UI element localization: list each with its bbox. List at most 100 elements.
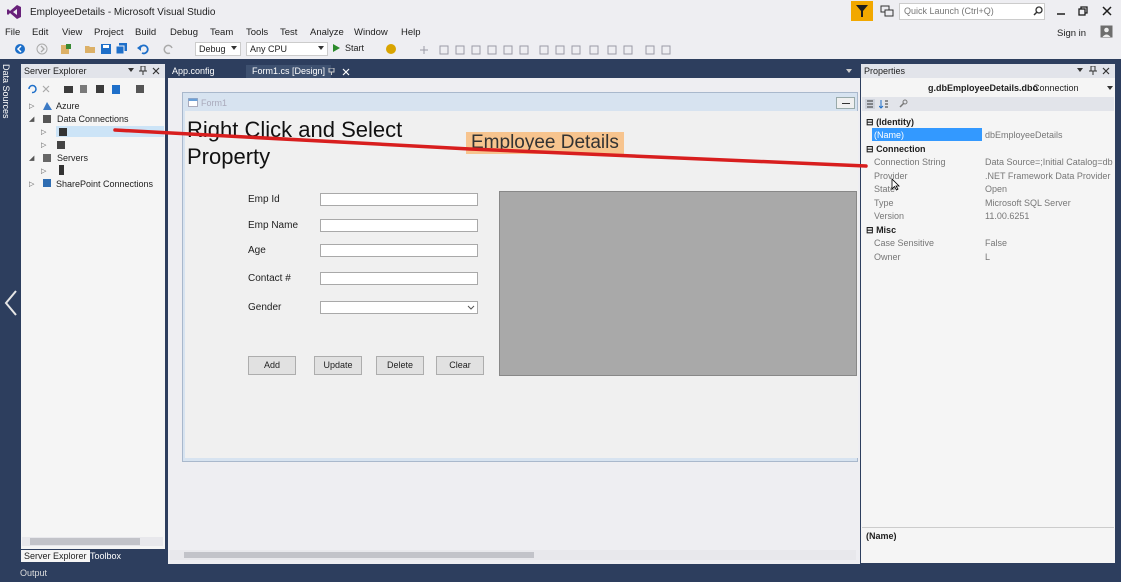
tab-app-config[interactable]: App.config bbox=[166, 65, 221, 78]
start-button[interactable]: Start bbox=[345, 43, 364, 53]
output-tab[interactable]: Output bbox=[20, 568, 47, 578]
tree-node-data-connections[interactable]: Data Connections bbox=[57, 114, 129, 124]
prop-name-name[interactable]: (Name) bbox=[874, 130, 904, 140]
delete-button[interactable]: Delete bbox=[376, 356, 424, 375]
categorized-icon[interactable] bbox=[865, 99, 875, 109]
expand-arrow-icon[interactable]: ▷ bbox=[29, 102, 34, 110]
pin-tab-icon[interactable] bbox=[328, 68, 335, 75]
close-panel-icon[interactable] bbox=[1102, 67, 1110, 75]
collapse-arrow-icon[interactable]: ◢ bbox=[29, 115, 34, 123]
dropdown-icon[interactable] bbox=[1077, 67, 1084, 73]
browser-link-icon[interactable] bbox=[385, 43, 397, 55]
pin-icon[interactable] bbox=[1089, 66, 1097, 75]
menu-edit[interactable]: Edit bbox=[32, 27, 48, 38]
expand-arrow-icon[interactable]: ▷ bbox=[41, 167, 46, 175]
form-minimize-button[interactable] bbox=[836, 97, 855, 109]
prop-name-version[interactable]: Version bbox=[874, 211, 904, 221]
close-panel-icon[interactable] bbox=[152, 67, 160, 75]
restore-icon[interactable] bbox=[1076, 5, 1090, 17]
menu-file[interactable]: File bbox=[5, 27, 20, 38]
employee-details-label[interactable]: Employee Details bbox=[466, 132, 624, 154]
close-icon[interactable] bbox=[1100, 5, 1114, 17]
prop-value-type[interactable]: Microsoft SQL Server bbox=[985, 198, 1113, 208]
save-all-icon[interactable] bbox=[116, 43, 128, 55]
start-play-icon[interactable] bbox=[333, 44, 340, 52]
category-connection[interactable]: ⊟ Connection bbox=[866, 144, 926, 155]
prop-name-owner[interactable]: Owner bbox=[874, 252, 901, 262]
prop-value-state[interactable]: Open bbox=[985, 184, 1113, 194]
clear-button[interactable]: Clear bbox=[436, 356, 484, 375]
minimize-icon[interactable] bbox=[1054, 5, 1068, 17]
tree-node-servers[interactable]: Servers bbox=[57, 153, 88, 163]
new-project-icon[interactable] bbox=[60, 43, 72, 55]
menu-tools[interactable]: Tools bbox=[246, 27, 268, 38]
server-explorer-toolbar-icons[interactable] bbox=[26, 83, 161, 95]
prop-value-connection-string[interactable]: Data Source=;Initial Catalog=db bbox=[985, 157, 1113, 167]
property-pages-wrench-icon[interactable] bbox=[898, 99, 908, 109]
add-button[interactable]: Add bbox=[248, 356, 296, 375]
solution-config-select[interactable]: Debug bbox=[195, 42, 241, 56]
back-icon[interactable] bbox=[14, 43, 26, 55]
menu-view[interactable]: View bbox=[62, 27, 82, 38]
undo-icon[interactable] bbox=[137, 43, 149, 55]
quick-launch-input[interactable]: Quick Launch (Ctrl+Q) bbox=[899, 3, 1045, 20]
data-sources-tab[interactable]: Data Sources bbox=[1, 64, 11, 119]
menu-analyze[interactable]: Analyze bbox=[310, 27, 344, 38]
alphabetical-sort-icon[interactable] bbox=[879, 99, 889, 109]
age-input[interactable] bbox=[320, 244, 478, 257]
prop-value-name[interactable]: dbEmployeeDetails bbox=[985, 130, 1113, 140]
expand-arrow-icon[interactable]: ▷ bbox=[41, 141, 46, 149]
prop-value-provider[interactable]: .NET Framework Data Provider fo bbox=[985, 171, 1113, 181]
save-icon[interactable] bbox=[100, 43, 112, 55]
tab-server-explorer[interactable]: Server Explorer bbox=[21, 550, 90, 562]
prop-name-type[interactable]: Type bbox=[874, 198, 894, 208]
tab-overflow-dropdown-icon[interactable] bbox=[846, 68, 853, 74]
pin-icon[interactable] bbox=[139, 66, 147, 75]
designer-scroll-thumb[interactable] bbox=[184, 552, 534, 558]
collapse-arrow-icon[interactable]: ◢ bbox=[29, 154, 34, 162]
emp-name-input[interactable] bbox=[320, 219, 478, 232]
prop-value-owner[interactable]: L bbox=[985, 252, 1113, 262]
menu-test[interactable]: Test bbox=[280, 27, 297, 38]
menu-help[interactable]: Help bbox=[401, 27, 421, 38]
dropdown-icon[interactable] bbox=[128, 67, 135, 73]
prop-name-connection-string[interactable]: Connection String bbox=[874, 157, 946, 167]
tab-form1-design[interactable]: Form1.cs [Design] bbox=[246, 65, 332, 78]
category-misc[interactable]: ⊟ Misc bbox=[866, 225, 896, 236]
user-avatar-icon[interactable] bbox=[1100, 25, 1113, 38]
notification-filter-icon[interactable] bbox=[851, 1, 873, 21]
menu-window[interactable]: Window bbox=[354, 27, 388, 38]
menu-project[interactable]: Project bbox=[94, 27, 124, 38]
expand-arrow-icon[interactable]: ▷ bbox=[41, 128, 46, 136]
sign-in-link[interactable]: Sign in bbox=[1057, 28, 1086, 39]
prop-value-case-sensitive[interactable]: False bbox=[985, 238, 1113, 248]
solution-platform-select[interactable]: Any CPU bbox=[246, 42, 328, 56]
layout-align-icons[interactable] bbox=[418, 43, 683, 57]
menu-build[interactable]: Build bbox=[135, 27, 156, 38]
update-button[interactable]: Update bbox=[314, 356, 362, 375]
tree-node-sharepoint[interactable]: SharePoint Connections bbox=[56, 179, 153, 189]
properties-object-selector[interactable]: g.dbEmployeeDetails.dbo Connection bbox=[864, 82, 1114, 95]
prop-value-version[interactable]: 11.00.6251 bbox=[985, 211, 1113, 221]
tree-node-azure[interactable]: Azure bbox=[56, 101, 80, 111]
tab-toolbox[interactable]: Toolbox bbox=[87, 550, 124, 562]
tree-node-connection-selected[interactable] bbox=[56, 126, 164, 137]
search-icon[interactable] bbox=[1033, 6, 1043, 16]
employee-data-grid[interactable] bbox=[499, 191, 857, 376]
menu-team[interactable]: Team bbox=[210, 27, 233, 38]
menu-debug[interactable]: Debug bbox=[170, 27, 198, 38]
prop-name-case-sensitive[interactable]: Case Sensitive bbox=[874, 238, 934, 248]
open-file-icon[interactable] bbox=[84, 43, 96, 55]
gender-select[interactable] bbox=[320, 301, 478, 314]
redo-icon[interactable] bbox=[163, 43, 175, 55]
emp-id-input[interactable] bbox=[320, 193, 478, 206]
server-explorer-scroll-thumb[interactable] bbox=[30, 538, 140, 545]
chevron-left-icon[interactable] bbox=[4, 290, 18, 316]
category-identity[interactable]: ⊟ (Identity) bbox=[866, 117, 914, 128]
contact-input[interactable] bbox=[320, 272, 478, 285]
feedback-icon[interactable] bbox=[880, 4, 894, 18]
close-tab-icon[interactable] bbox=[342, 68, 350, 76]
category-connection-label: Connection bbox=[876, 144, 926, 154]
forward-icon[interactable] bbox=[36, 43, 48, 55]
expand-arrow-icon[interactable]: ▷ bbox=[29, 180, 34, 188]
